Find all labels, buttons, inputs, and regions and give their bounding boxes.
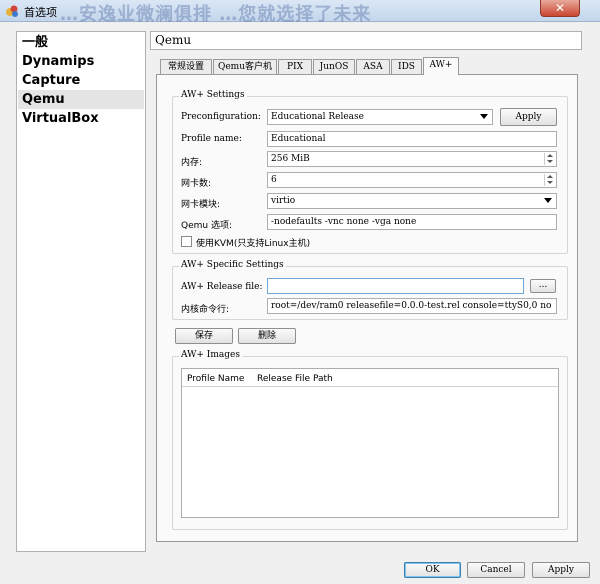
aw-specific-group-label: AW+ Specific Settings [179,260,286,270]
sidebar-item-capture[interactable]: Capture [18,71,144,90]
nics-value: 6 [271,175,277,185]
app-icon [5,4,19,18]
release-file-input[interactable] [267,278,524,294]
tab-general[interactable]: 常规设置 [160,59,212,74]
browse-button[interactable]: ... [530,279,556,293]
spin-arrows-icon[interactable] [544,153,555,165]
tab-aw-plus[interactable]: AW+ [423,57,459,75]
kernel-cmdline-label: 内核命令行: [181,305,230,315]
sidebar-item-general[interactable]: 一般 [18,33,144,52]
memory-label: 内存: [181,158,203,168]
kvm-checkbox[interactable] [181,236,192,247]
column-header-release-file-path[interactable]: Release File Path [257,374,333,384]
memory-spinbox[interactable]: 256 MiB [267,151,557,167]
aw-settings-group-label: AW+ Settings [179,90,247,100]
tab-junos[interactable]: JunOS [313,59,355,74]
profile-name-label: Profile name: [181,134,242,144]
tab-asa[interactable]: ASA [356,59,390,74]
sidebar-item-dynamips[interactable]: Dynamips [18,52,144,71]
chevron-down-icon [480,114,488,119]
delete-button[interactable]: 删除 [238,328,296,344]
chevron-down-icon [544,198,552,203]
window-title: 首选项 [24,6,57,19]
preconfiguration-value: Educational Release [271,112,364,122]
nic-model-value: virtio [271,196,296,206]
background-ghost-text: …安逸业微澜俱排 …您就选择了未来 [60,4,372,25]
nics-label: 网卡数: [181,179,212,189]
sidebar-item-virtualbox[interactable]: VirtualBox [18,109,144,128]
column-header-profile-name[interactable]: Profile Name [187,374,244,384]
tab-pix[interactable]: PIX [278,59,312,74]
title-bar: 首选项 …安逸业微澜俱排 …您就选择了未来 ✕ [0,0,600,25]
tab-qemu-guest[interactable]: Qemu客户机 [213,59,277,74]
qemu-options-label: Qemu 选项: [181,221,232,231]
spin-arrows-icon[interactable] [544,174,555,186]
close-icon: ✕ [554,1,566,15]
sidebar-item-qemu[interactable]: Qemu [18,90,144,109]
save-button[interactable]: 保存 [175,328,233,344]
images-table[interactable]: Profile Name Release File Path [181,368,559,518]
memory-value: 256 MiB [271,154,310,164]
aw-images-group-label: AW+ Images [179,350,242,360]
preferences-category-list: 一般 Dynamips Capture Qemu VirtualBox [16,31,146,552]
profile-name-input[interactable]: Educational [267,131,557,147]
tab-ids[interactable]: IDS [391,59,422,74]
release-file-label: AW+ Release file: [181,282,263,292]
ok-button[interactable]: OK [404,562,461,578]
apply-button[interactable]: Apply [532,562,590,578]
page-title: Qemu [150,31,582,50]
qemu-options-input[interactable]: -nodefaults -vnc none -vga none [267,214,557,230]
close-button[interactable]: ✕ [540,0,580,17]
nic-model-select[interactable]: virtio [267,193,557,209]
kvm-label: 使用KVM(只支持Linux主机) [196,239,311,249]
preconfiguration-apply-button[interactable]: Apply [500,108,557,126]
preconfiguration-select[interactable]: Educational Release [267,109,493,125]
nic-model-label: 网卡模块: [181,200,221,210]
preconfiguration-label: Preconfiguration: [181,112,261,122]
nics-spinbox[interactable]: 6 [267,172,557,188]
kernel-cmdline-input[interactable]: root=/dev/ram0 releasefile=0.0.0-test.re… [267,298,557,314]
cancel-button[interactable]: Cancel [467,562,525,578]
